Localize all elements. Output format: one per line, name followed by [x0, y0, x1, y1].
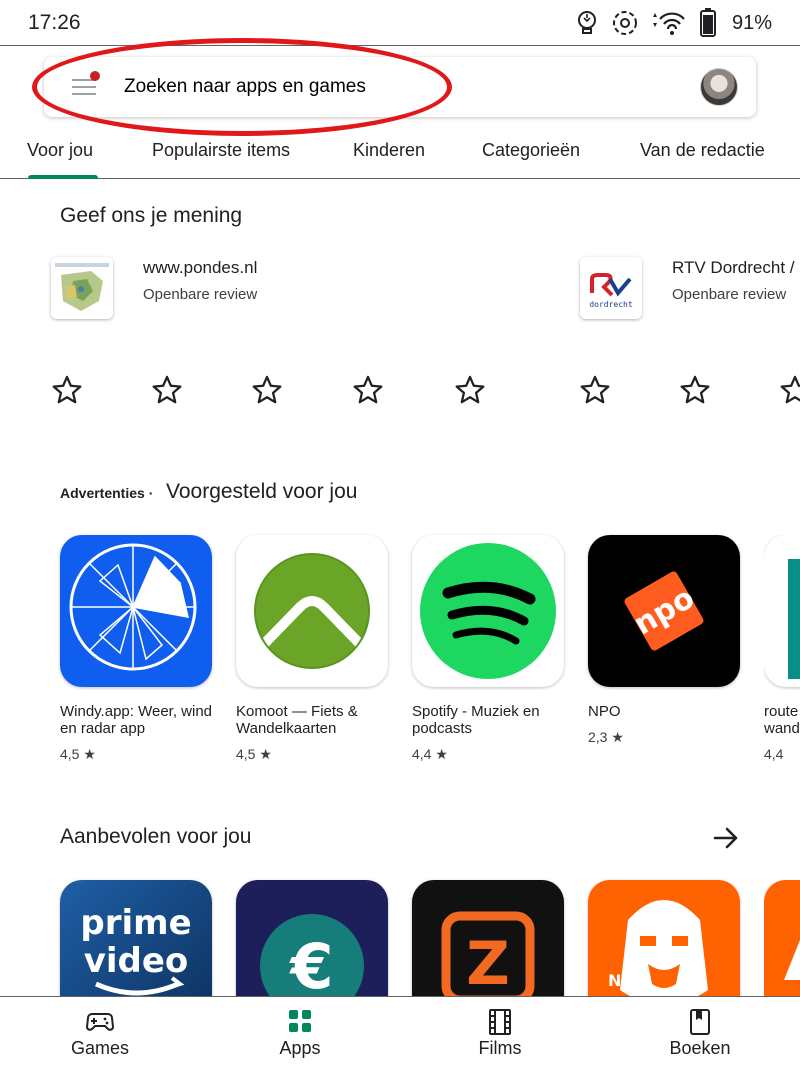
app-name: Windy.app: Weer, wind en radar app [60, 703, 213, 737]
suggested-title: Voorgesteld voor jou [166, 480, 358, 503]
review-subtitle: Openbare review [672, 286, 787, 303]
tab-populairste-items[interactable]: Populairste items [152, 140, 290, 161]
rating-stars-row [0, 373, 800, 413]
feedback-title: Geef ons je mening [60, 204, 243, 227]
account-avatar[interactable] [700, 68, 738, 106]
active-tab-indicator [28, 175, 98, 179]
battery-percentage: 91% [731, 11, 772, 34]
nav-label: Films [478, 1038, 522, 1058]
notification-dot [90, 71, 100, 81]
npo-app-icon: npo [588, 535, 740, 687]
svg-text:Z: Z [466, 929, 510, 999]
search-input[interactable]: Zoeken naar apps en games [124, 76, 366, 98]
status-icons: 91% [574, 8, 772, 38]
star-outline-icon[interactable] [453, 373, 487, 407]
status-time: 17:26 [28, 11, 81, 34]
bottom-navigation: Games Apps Films Boeken [0, 996, 800, 1067]
ads-label: Advertenties · [60, 485, 154, 501]
windy-app-icon [60, 535, 212, 687]
nav-label: Games [70, 1038, 130, 1058]
arrow-right-icon[interactable] [712, 824, 740, 852]
partial-app-icon [764, 880, 800, 1000]
nav-label: Apps [279, 1038, 321, 1058]
star-outline-icon[interactable] [578, 373, 612, 407]
status-bar: 17:26 91% [0, 0, 800, 46]
star-outline-icon[interactable] [351, 373, 385, 407]
review-name: www.pondes.nl [143, 258, 258, 277]
review-subtitle: Openbare review [143, 286, 258, 303]
search-bar[interactable]: Zoeken naar apps en games [44, 57, 756, 117]
app-name: Komoot — Fiets & Wandelkaarten [236, 703, 358, 737]
gamepad-icon [86, 1013, 114, 1031]
svg-text:NL: NL [608, 971, 632, 990]
app-rating: 4,5 ★ [236, 746, 272, 762]
svg-text:dordrecht: dordrecht [589, 300, 633, 309]
svg-text:prime: prime [80, 903, 191, 943]
spotify-app-icon [412, 535, 564, 687]
app-card-route[interactable]: route wand 4,4 [764, 535, 800, 775]
app-card-partial[interactable] [764, 880, 800, 1000]
star-outline-icon[interactable] [678, 373, 712, 407]
star-outline-icon[interactable] [150, 373, 184, 407]
app-rating: 4,5 ★ [60, 746, 96, 762]
review-name: RTV Dordrecht / [672, 258, 795, 277]
app-name: NPO [588, 703, 621, 720]
app-name: Spotify - Muziek en podcasts [412, 703, 540, 737]
star-outline-icon[interactable] [250, 373, 284, 407]
battery-icon [698, 8, 718, 38]
sync-icon [610, 8, 640, 38]
book-icon [690, 1009, 710, 1035]
pondes-map-icon [51, 257, 113, 319]
nav-label: Boeken [669, 1038, 731, 1058]
review-item-rtv-dordrecht[interactable]: dordrecht RTV Dordrecht / Openbare revie… [580, 257, 800, 323]
star-outline-icon[interactable] [50, 373, 84, 407]
tab-van-de-redactie[interactable]: Van de redactie [640, 140, 765, 161]
lightbulb-icon [574, 8, 600, 38]
svg-text:video: video [84, 941, 189, 981]
review-item-pondes[interactable]: www.pondes.nl Openbare review [51, 257, 471, 323]
nav-games[interactable]: Games [0, 997, 200, 1067]
tab-categorieen[interactable]: Categorieën [482, 140, 580, 161]
recommended-title: Aanbevolen voor jou [60, 825, 252, 848]
svg-text:€: € [288, 930, 333, 1003]
komoot-app-icon [236, 535, 388, 687]
apps-grid-icon [289, 1010, 311, 1032]
app-name: route wand [764, 703, 800, 737]
tab-kinderen[interactable]: Kinderen [353, 140, 425, 161]
star-outline-icon[interactable] [778, 373, 800, 407]
film-icon [489, 1009, 511, 1035]
wifi-icon [650, 9, 688, 37]
rtv-dordrecht-logo-icon: dordrecht [580, 257, 642, 319]
nav-films[interactable]: Films [400, 997, 600, 1067]
app-rating: 4,4 [764, 746, 784, 762]
tab-voor-jou[interactable]: Voor jou [27, 140, 93, 161]
app-rating: 2,3 ★ [588, 729, 624, 745]
app-rating: 4,4 ★ [412, 746, 448, 762]
nav-boeken[interactable]: Boeken [600, 997, 800, 1067]
route-app-icon [764, 535, 800, 687]
nav-apps[interactable]: Apps [200, 997, 400, 1067]
category-tabs: Voor jou Populairste items Kinderen Cate… [0, 130, 800, 179]
